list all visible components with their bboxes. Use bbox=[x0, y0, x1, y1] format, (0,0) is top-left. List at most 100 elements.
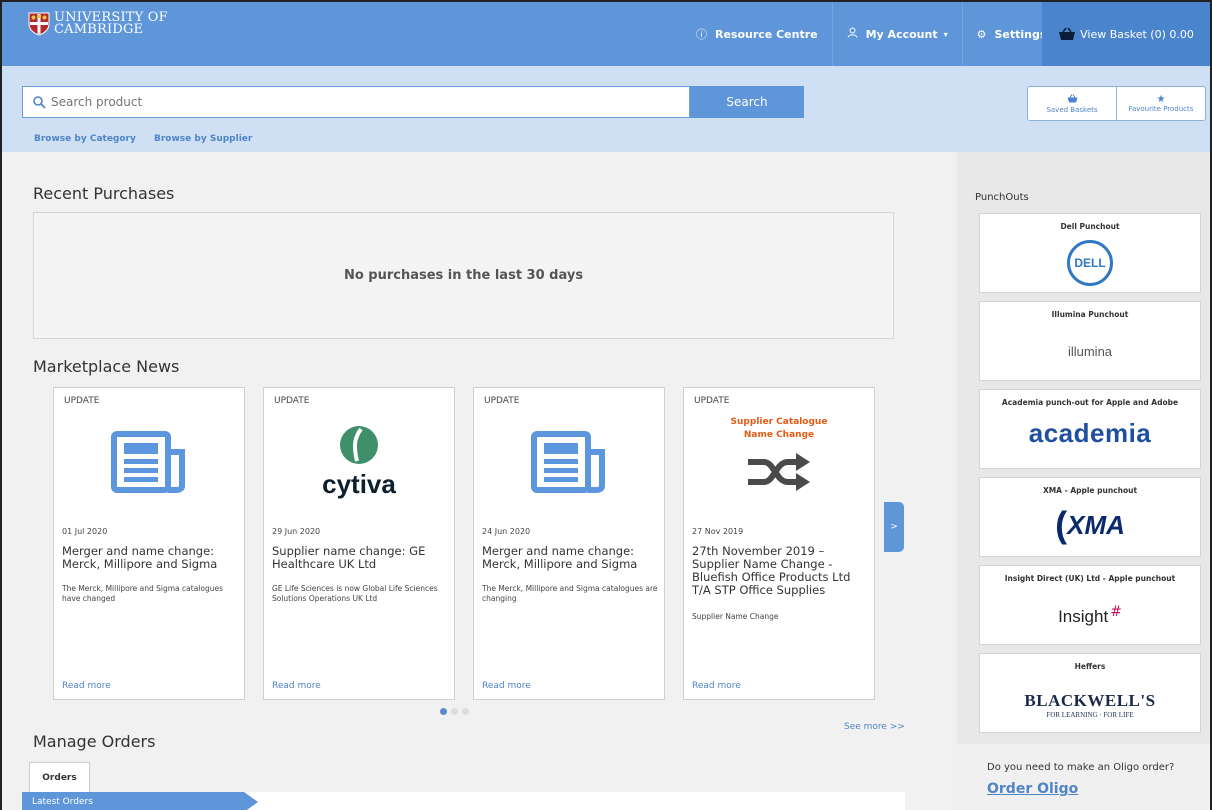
punchout-logo: DELL bbox=[980, 238, 1200, 288]
news-card[interactable]: UPDATE 24 Jun 2020 Merger and name chang… bbox=[473, 387, 665, 700]
news-art: cytiva bbox=[264, 412, 454, 512]
info-icon: ⓘ bbox=[696, 28, 707, 41]
favourite-products-button[interactable]: ★ Favourite Products bbox=[1116, 87, 1205, 120]
punchout-logo: BLACKWELL'S FOR LEARNING · FOR LIFE bbox=[980, 680, 1200, 730]
punchout-xma[interactable]: XMA - Apple punchout ( XMA bbox=[979, 477, 1201, 557]
blackwells-logo-subtext: FOR LEARNING · FOR LIFE bbox=[1046, 711, 1134, 719]
carousel-dots bbox=[440, 708, 469, 715]
dell-logo-icon: DELL bbox=[1067, 240, 1113, 286]
nav-settings-label: Settings bbox=[994, 27, 1047, 41]
dell-logo-text: DELL bbox=[1074, 256, 1106, 270]
punchout-title: Dell Punchout bbox=[1060, 222, 1120, 231]
basket-icon bbox=[1059, 27, 1076, 40]
tab-orders[interactable]: Orders bbox=[29, 762, 90, 792]
cytiva-logo-text: cytiva bbox=[322, 468, 396, 499]
read-more-link[interactable]: Read more bbox=[482, 681, 531, 691]
oligo-box: Do you need to make an Oligo order? Orde… bbox=[957, 744, 1210, 810]
see-more-link[interactable]: See more >> bbox=[844, 722, 905, 732]
punchout-title: Heffers bbox=[1074, 662, 1106, 671]
news-date: 29 Jun 2020 bbox=[272, 527, 321, 536]
xma-logo-bracket: ( bbox=[1055, 504, 1068, 545]
xma-logo-icon: ( XMA bbox=[1055, 507, 1125, 543]
search-button[interactable]: Search bbox=[690, 86, 804, 118]
carousel-next-button[interactable]: > bbox=[884, 502, 904, 552]
news-art bbox=[474, 412, 664, 512]
punchout-logo: academia bbox=[980, 408, 1200, 458]
marketplace-news-title: Marketplace News bbox=[33, 357, 180, 376]
punchout-illumina[interactable]: Illumina Punchout illumina bbox=[979, 301, 1201, 381]
manage-orders-title: Manage Orders bbox=[33, 732, 156, 751]
blackwells-logo-text: BLACKWELL'S bbox=[1024, 691, 1156, 710]
news-desc: The Merck, Millipore and Sigma catalogue… bbox=[482, 584, 658, 603]
browse-by-category-link[interactable]: Browse by Category bbox=[34, 134, 136, 144]
punchouts-title: PunchOuts bbox=[975, 192, 1029, 203]
basket-label: View Basket (0) 0.00 bbox=[1080, 27, 1194, 41]
view-basket-button[interactable]: View Basket (0) 0.00 bbox=[1042, 2, 1210, 66]
news-card[interactable]: UPDATE Supplier Catalogue Name Change 27… bbox=[683, 387, 875, 700]
carousel-dot[interactable] bbox=[462, 708, 469, 715]
news-date: 27 Nov 2019 bbox=[692, 527, 744, 536]
read-more-link[interactable]: Read more bbox=[62, 681, 111, 691]
news-art: Supplier Catalogue Name Change bbox=[684, 412, 874, 512]
punchout-title: Academia punch-out for Apple and Adobe bbox=[1001, 398, 1179, 407]
read-more-link[interactable]: Read more bbox=[272, 681, 321, 691]
search-box[interactable] bbox=[22, 86, 690, 118]
news-title: Merger and name change: Merck, Millipore… bbox=[62, 544, 218, 571]
logo-line-2: CAMBRIDGE bbox=[54, 22, 144, 37]
news-title: Supplier name change: GE Healthcare UK L… bbox=[272, 544, 426, 571]
order-oligo-link[interactable]: Order Oligo bbox=[987, 781, 1078, 797]
read-more-link[interactable]: Read more bbox=[692, 681, 741, 691]
news-card[interactable]: UPDATE cytiva 29 Jun 2020 Supplier name … bbox=[263, 387, 455, 700]
punchout-dell[interactable]: Dell Punchout DELL bbox=[979, 213, 1201, 293]
main-content: Recent Purchases No purchases in the las… bbox=[2, 152, 957, 810]
recent-purchases-title: Recent Purchases bbox=[33, 184, 175, 203]
gear-icon: ⚙ bbox=[976, 27, 987, 41]
university-logo[interactable]: UNIVERSITY OF CAMBRIDGE bbox=[28, 11, 168, 37]
star-icon: ★ bbox=[1156, 94, 1166, 105]
nav-resource-centre[interactable]: ⓘ Resource Centre bbox=[682, 2, 833, 66]
newspaper-icon bbox=[531, 431, 605, 493]
news-date: 01 Jul 2020 bbox=[62, 527, 108, 536]
insight-logo-mark-icon: # bbox=[1110, 604, 1122, 620]
news-card[interactable]: UPDATE 01 Jul 2020 Merger and name chang… bbox=[53, 387, 245, 700]
punchout-heffers[interactable]: Heffers BLACKWELL'S FOR LEARNING · FOR L… bbox=[979, 653, 1201, 733]
carousel-dot[interactable] bbox=[440, 708, 447, 715]
recent-purchases-empty: No purchases in the last 30 days bbox=[33, 212, 894, 339]
news-desc: The Merck, Millipore and Sigma catalogue… bbox=[62, 584, 223, 603]
punchout-logo: Insight # bbox=[980, 592, 1200, 642]
punchout-insight[interactable]: Insight Direct (UK) Ltd - Apple punchout… bbox=[979, 565, 1201, 645]
news-art bbox=[54, 412, 244, 512]
shuffle-icon bbox=[748, 453, 810, 491]
punchout-academia[interactable]: Academia punch-out for Apple and Adobe a… bbox=[979, 389, 1201, 469]
browse-by-supplier-link[interactable]: Browse by Supplier bbox=[154, 134, 252, 144]
news-tag: UPDATE bbox=[484, 396, 520, 406]
news-tag: UPDATE bbox=[694, 396, 730, 406]
search-band: Search Browse by Category Browse by Supp… bbox=[2, 66, 1210, 152]
insight-logo-text: Insight bbox=[1058, 607, 1109, 626]
carousel-dot[interactable] bbox=[451, 708, 458, 715]
news-tag: UPDATE bbox=[64, 396, 100, 406]
nav-my-account-label: My Account bbox=[865, 27, 938, 41]
news-desc: GE Life Sciences is now Global Life Scie… bbox=[272, 584, 438, 603]
latest-orders-header[interactable]: Latest Orders bbox=[22, 792, 258, 810]
search-input[interactable] bbox=[51, 95, 689, 109]
news-desc: Supplier Name Change bbox=[692, 612, 779, 621]
news-title: Merger and name change: Merck, Millipore… bbox=[482, 544, 638, 571]
nav-resource-centre-label: Resource Centre bbox=[715, 27, 818, 41]
sidebar: PunchOuts Dell Punchout DELL Illumina Pu… bbox=[957, 152, 1210, 810]
saved-baskets-label: Saved Baskets bbox=[1046, 105, 1098, 114]
search-icon bbox=[33, 95, 46, 109]
academia-logo-text: academia bbox=[1028, 417, 1152, 448]
nav-my-account[interactable]: My Account ▾ bbox=[833, 2, 963, 66]
latest-orders-label: Latest Orders bbox=[32, 797, 93, 807]
user-icon bbox=[847, 27, 858, 41]
saved-baskets-button[interactable]: Saved Baskets bbox=[1028, 87, 1116, 120]
shield-icon bbox=[28, 12, 50, 36]
punchout-logo: ( XMA bbox=[980, 500, 1200, 550]
art-heading-line-2: Name Change bbox=[743, 430, 815, 440]
punchout-logo: illumina bbox=[980, 326, 1200, 376]
news-title: 27th November 2019 – Supplier Name Chang… bbox=[692, 544, 851, 597]
newspaper-icon bbox=[111, 431, 185, 493]
top-nav: ⓘ Resource Centre My Account ▾ ⚙ Setting… bbox=[682, 2, 1060, 66]
favourite-products-label: Favourite Products bbox=[1128, 105, 1194, 113]
